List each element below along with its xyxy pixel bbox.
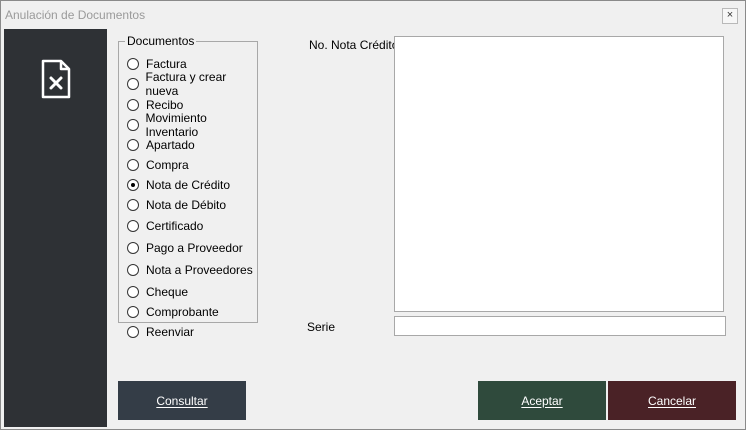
radio-button[interactable] <box>127 220 139 232</box>
document-option-label: Movimiento Inventario <box>145 111 207 139</box>
document-option[interactable]: Certificado <box>127 218 203 234</box>
radio-button[interactable] <box>127 306 139 318</box>
document-option[interactable]: Nota de Débito <box>127 197 226 213</box>
document-option-label: Factura y crear nueva <box>145 70 227 98</box>
window-title: Anulación de Documentos <box>5 8 146 22</box>
title-bar: Anulación de Documentos × <box>1 1 745 29</box>
document-option-label: Compra <box>146 158 189 172</box>
document-option[interactable]: Cheque <box>127 284 188 300</box>
sidebar <box>4 29 107 427</box>
radio-button[interactable] <box>127 199 139 211</box>
radio-button[interactable] <box>127 58 139 70</box>
radio-button[interactable] <box>127 264 139 276</box>
number-input[interactable] <box>394 36 724 312</box>
document-option[interactable]: Apartado <box>127 137 195 153</box>
documents-group: Documentos Factura Factura y crear nueva R… <box>118 34 258 339</box>
document-option[interactable]: Reenviar <box>127 324 194 340</box>
radio-button[interactable] <box>127 179 139 191</box>
document-option[interactable]: Compra <box>127 157 189 173</box>
document-option-label: Reenviar <box>146 325 195 339</box>
documents-legend: Documentos <box>127 34 195 48</box>
close-icon: × <box>726 9 734 21</box>
document-option-label: Apartado <box>146 138 195 152</box>
radio-button[interactable] <box>127 78 139 90</box>
document-option[interactable]: Nota a Proveedores <box>127 262 253 278</box>
document-option-label: Nota de Débito <box>146 198 227 212</box>
document-option-label: Nota a Proveedores <box>146 263 253 277</box>
document-option[interactable]: Movimiento Inventario <box>127 111 257 139</box>
radio-button[interactable] <box>127 242 139 254</box>
serie-input[interactable] <box>394 316 726 336</box>
document-cancel-icon <box>41 59 71 99</box>
close-button[interactable]: × <box>722 8 738 24</box>
document-option[interactable]: Nota de Crédito <box>127 177 230 193</box>
cancelar-button[interactable]: Cancelar <box>608 381 736 420</box>
number-label: No. Nota Crédito <box>309 38 399 52</box>
document-option[interactable]: Pago a Proveedor <box>127 240 243 256</box>
aceptar-button[interactable]: Aceptar <box>478 381 606 420</box>
document-option-label: Certificado <box>146 219 204 233</box>
radio-button[interactable] <box>127 99 139 111</box>
document-option-label: Factura <box>146 57 187 71</box>
radio-button[interactable] <box>127 159 139 171</box>
document-option[interactable]: Comprobante <box>127 304 219 320</box>
radio-button[interactable] <box>127 119 139 131</box>
document-option-label: Comprobante <box>146 305 219 319</box>
document-option-label: Nota de Crédito <box>146 178 231 192</box>
dialog-window: Anulación de Documentos × Documentos Fac… <box>0 0 746 430</box>
radio-button[interactable] <box>127 286 139 298</box>
serie-label: Serie <box>307 320 336 334</box>
document-option-label: Cheque <box>146 285 189 299</box>
document-option-label: Recibo <box>146 98 184 112</box>
consultar-button[interactable]: Consultar <box>118 381 246 420</box>
radio-button[interactable] <box>127 139 139 151</box>
document-option[interactable]: Factura y crear nueva <box>127 70 257 98</box>
document-option-label: Pago a Proveedor <box>146 241 243 255</box>
radio-button[interactable] <box>127 326 139 338</box>
